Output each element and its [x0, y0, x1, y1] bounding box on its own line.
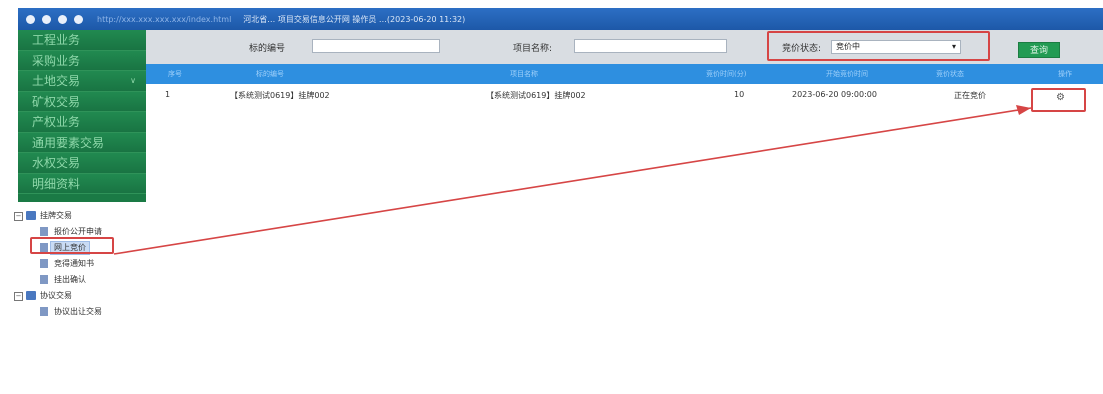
cell-status: 正在竞价	[954, 91, 986, 100]
sidebar-item-label: 产权业务	[32, 115, 81, 129]
collapse-icon[interactable]: −	[14, 292, 23, 301]
sidebar-item-label: 通用要素交易	[32, 135, 105, 150]
folder-icon	[26, 291, 36, 300]
sidebar-item-engineering[interactable]: 工程业务	[18, 30, 146, 51]
tree-label: 竞得通知书	[54, 259, 94, 268]
page-icon	[40, 227, 48, 236]
settings-icon[interactable]	[74, 14, 83, 24]
col-header-action: 操作	[1058, 70, 1072, 78]
sidebar-item-label: 矿权交易	[32, 94, 81, 109]
page-icon	[40, 275, 48, 284]
sidebar-item-label: 采购业务	[32, 53, 81, 68]
sidebar-item-details[interactable]: 明细资料	[18, 173, 146, 194]
col-header-minutes[interactable]: 竞价时间(分)	[706, 64, 746, 84]
highlight-box-status	[767, 31, 990, 61]
nav-tree: − 挂牌交易 报价公开申请 网上竞价 竞得通知书 挂出确认 − 协议交易 协议出…	[14, 208, 146, 320]
app-window: http://xxx.xxx.xxx.xxx/index.html 河北省… 项…	[0, 0, 1103, 394]
sidebar-item-property[interactable]: 产权业务	[18, 112, 146, 133]
sidebar-item-label: 明细资料	[32, 176, 81, 191]
cell-minutes: 10	[734, 90, 745, 99]
highlight-box-tree	[30, 237, 114, 254]
tree-label: 挂牌交易	[40, 211, 72, 220]
callout-connector	[113, 107, 1032, 255]
sidebar-item-mining[interactable]: 矿权交易	[18, 91, 146, 112]
tree-label: 协议交易	[40, 291, 72, 300]
project-name-input[interactable]	[574, 39, 727, 53]
chevron-down-icon: ∨	[130, 76, 136, 85]
col-header-index: 序号	[168, 70, 182, 78]
page-icon	[40, 307, 48, 316]
tree-node-agreement-transfer[interactable]: 协议出让交易	[14, 304, 146, 320]
table-header: 序号 标的编号 项目名称 竞价时间(分) 开始竞价时间 竞价状态 操作	[146, 64, 1103, 84]
tree-node-confirm[interactable]: 挂出确认	[14, 272, 146, 288]
cell-index: 1	[165, 90, 171, 99]
cell-start-time: 2023-06-20 09:00:00	[792, 90, 877, 99]
tree-label: 挂出确认	[54, 275, 86, 284]
tree-node-notice[interactable]: 竞得通知书	[14, 256, 146, 272]
col-header-project-name[interactable]: 项目名称	[510, 64, 538, 84]
user-icon[interactable]	[58, 14, 67, 24]
col-header-status: 竞价状态	[936, 70, 964, 78]
cell-project-name: 【系统测试0619】挂牌002	[486, 91, 586, 100]
page-icon	[40, 259, 48, 268]
sidebar-item-label: 工程业务	[32, 33, 81, 47]
sidebar-item-water[interactable]: 水权交易	[18, 153, 146, 174]
back-icon[interactable]	[26, 14, 35, 24]
query-button[interactable]: 查询	[1018, 42, 1060, 58]
cell-code-prefix: 【系统测试0619】	[230, 91, 299, 100]
url-text: http://xxx.xxx.xxx.xxx/index.html	[97, 14, 232, 24]
col-header-start-time[interactable]: 开始竞价时间	[826, 64, 868, 84]
sidebar-item-general[interactable]: 通用要素交易	[18, 132, 146, 153]
col-header-code[interactable]: 标的编号	[256, 64, 284, 84]
sidebar-item-label: 水权交易	[32, 156, 81, 170]
project-no-label: 标的编号	[249, 44, 286, 54]
sidebar-item-land[interactable]: 土地交易 ∨	[18, 71, 146, 92]
collapse-icon[interactable]: −	[14, 212, 23, 221]
sidebar-item-procurement[interactable]: 采购业务	[18, 50, 146, 71]
folder-icon	[26, 211, 36, 220]
table-row[interactable]: 1 【系统测试0619】挂牌002 【系统测试0619】挂牌002 10 202…	[146, 86, 1103, 108]
window-title: 河北省… 项目交易信息公开网 操作员 …(2023-06-20 11:32)	[243, 14, 466, 24]
project-name-label: 项目名称:	[513, 44, 553, 54]
cell-code-suffix: 挂牌002	[298, 91, 330, 100]
project-no-input[interactable]	[312, 39, 440, 53]
cell-code: 【系统测试0619】挂牌002	[230, 90, 330, 101]
tree-label: 协议出让交易	[54, 307, 102, 316]
top-bar: http://xxx.xxx.xxx.xxx/index.html 河北省… 项…	[18, 8, 1103, 30]
tree-node-listing[interactable]: − 挂牌交易	[14, 208, 146, 224]
tree-node-agreement[interactable]: − 协议交易	[14, 288, 146, 304]
sidebar-menu: 工程业务 采购业务 土地交易 ∨ 矿权交易 产权业务 通用要素交易 水权交易 明细…	[18, 30, 146, 202]
highlight-box-action	[1031, 88, 1086, 112]
forward-icon[interactable]	[42, 14, 51, 24]
sidebar-item-label: 土地交易	[32, 74, 81, 88]
